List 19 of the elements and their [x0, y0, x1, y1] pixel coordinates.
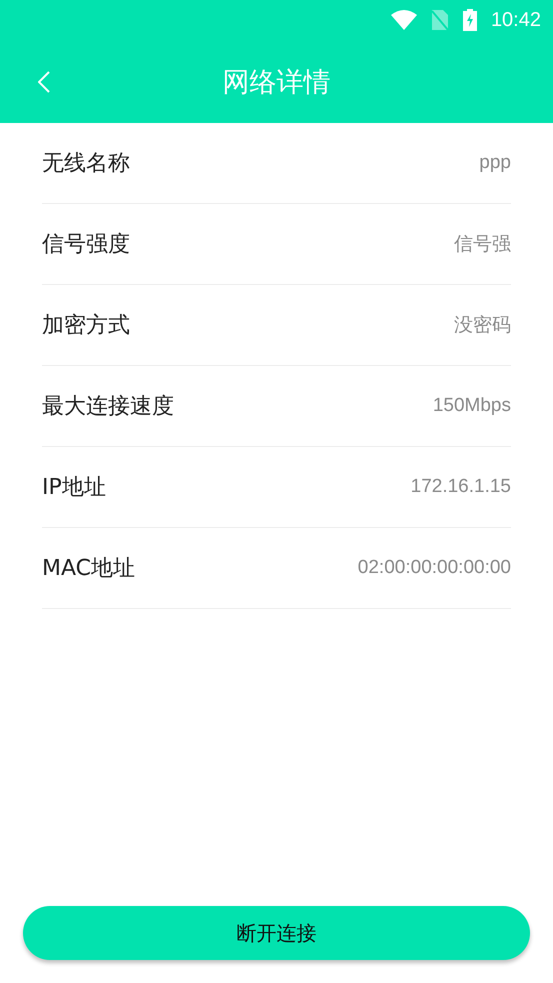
detail-value: 没密码	[454, 314, 511, 338]
back-icon	[38, 70, 50, 92]
status-time: 10:42	[490, 8, 541, 32]
detail-label: 信号强度	[42, 231, 130, 259]
page-title: 网络详情	[222, 66, 330, 100]
detail-label: 无线名称	[42, 150, 130, 178]
disconnect-button[interactable]: 断开连接	[23, 906, 530, 960]
detail-label: 最大连接速度	[42, 393, 174, 421]
detail-value: 172.16.1.15	[410, 476, 511, 498]
detail-value: ppp	[479, 152, 511, 174]
battery-charging-icon	[462, 9, 477, 31]
detail-label: MAC地址	[42, 555, 136, 583]
no-sim-icon	[430, 9, 449, 31]
detail-value: 150Mbps	[432, 395, 511, 417]
detail-label: 加密方式	[42, 312, 130, 340]
detail-value: 02:00:00:00:00:00	[358, 557, 511, 579]
detail-label: IP地址	[42, 474, 106, 502]
detail-value: 信号强	[454, 233, 511, 257]
wifi-icon	[390, 10, 417, 30]
